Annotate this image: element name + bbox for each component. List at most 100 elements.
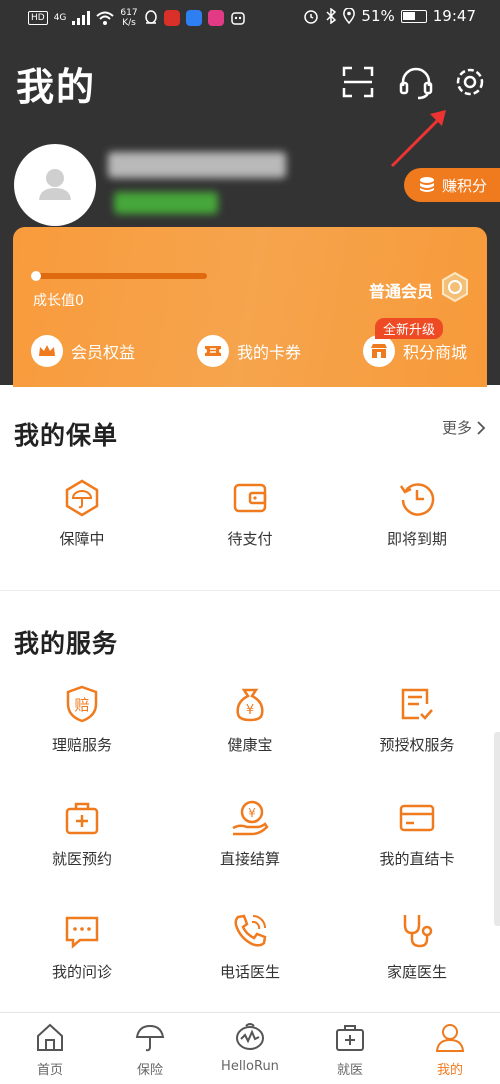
perk-label: 积分商城	[403, 343, 468, 362]
medical-kit-icon	[65, 802, 99, 835]
page-title: 我的	[16, 65, 97, 109]
money-bag-icon: ¥	[236, 688, 264, 722]
growth-value-label: 成长值0	[33, 293, 84, 309]
policy-active[interactable]: 保障中	[2, 478, 162, 549]
growth-progress-dot	[31, 271, 41, 281]
status-bar: HD 4G 617 K/s 51% 19:47	[0, 0, 500, 36]
tab-hellorun[interactable]: HelloRun	[200, 1021, 300, 1074]
wifi-icon	[96, 11, 115, 25]
services-section-title: 我的服务	[14, 629, 119, 658]
person-icon	[435, 1024, 465, 1052]
member-level-badge-icon	[442, 271, 468, 303]
scrollbar[interactable]	[494, 732, 500, 926]
phone-icon	[234, 914, 267, 947]
service-claim[interactable]: 赔 理赔服务	[2, 684, 162, 755]
form-check-icon	[401, 688, 433, 720]
service-consultation[interactable]: 我的问诊	[2, 911, 162, 982]
policy-item-label: 即将到期	[386, 530, 447, 548]
policy-more-link[interactable]: 更多	[442, 417, 486, 438]
network-speed: 617 K/s	[120, 8, 137, 28]
perk-my-coupons[interactable]: 我的卡券	[197, 335, 301, 367]
stethoscope-icon	[403, 915, 433, 948]
perk-points-mall[interactable]: 积分商城	[363, 335, 467, 367]
network-type: 4G	[53, 13, 67, 23]
network-badge: HD	[28, 11, 48, 25]
video-notification-icon	[207, 10, 224, 26]
member-level-label: 普通会员	[368, 282, 433, 301]
policy-pending-payment[interactable]: 待支付	[170, 478, 330, 549]
perk-member-rights[interactable]: 会员权益	[31, 335, 135, 367]
chevron-right-icon	[477, 420, 486, 435]
section-divider	[0, 590, 500, 591]
earn-points-label: 赚积分	[442, 176, 488, 195]
svg-text:赔: 赔	[74, 696, 89, 714]
policy-item-label: 保障中	[59, 530, 105, 548]
tab-label: 首页	[36, 1063, 63, 1078]
crown-icon	[31, 335, 63, 367]
service-direct-card[interactable]: 我的直结卡	[337, 798, 497, 869]
upgrade-badge: 全新升级	[375, 318, 444, 339]
service-item-label: 家庭医生	[386, 963, 447, 981]
app-notification-icon	[163, 10, 180, 26]
coin-stack-icon	[420, 177, 434, 192]
headset-icon[interactable]	[396, 62, 436, 102]
card-icon	[399, 804, 435, 832]
service-item-label: 理赔服务	[51, 736, 112, 754]
location-icon	[343, 8, 356, 24]
service-family-doctor[interactable]: 家庭医生	[337, 911, 497, 982]
service-item-label: 我的问诊	[51, 963, 112, 981]
battery-percent: 51%	[361, 7, 395, 25]
wallet-icon	[233, 483, 267, 513]
clock-time: 19:47	[432, 7, 476, 25]
coin-hand-icon: ¥	[232, 800, 269, 836]
user-name-blurred	[108, 152, 286, 178]
service-item-label: 就医预约	[51, 850, 112, 868]
service-appointment[interactable]: 就医预约	[2, 798, 162, 869]
ticket-icon	[197, 335, 229, 367]
hellorun-icon	[236, 1023, 264, 1050]
more-label: 更多	[441, 419, 472, 437]
earn-points-button[interactable]: 赚积分	[404, 168, 500, 202]
bluetooth-icon	[326, 8, 337, 24]
bottom-tab-bar: 首页 保险 HelloRun 就医 我的	[0, 1012, 500, 1084]
speed-value: 617	[120, 8, 138, 18]
service-direct-settlement[interactable]: ¥ 直接结算	[170, 798, 330, 869]
service-phone-doctor[interactable]: 电话医生	[170, 911, 330, 982]
member-card[interactable]: 成长值0 普通会员 会员权益 我的卡券 积分商城 全新升级	[13, 227, 487, 387]
clock-back-icon	[399, 483, 435, 516]
service-item-label: 电话医生	[219, 963, 280, 981]
speed-unit: K/s	[122, 18, 136, 28]
home-icon	[37, 1023, 63, 1051]
scan-icon[interactable]	[338, 62, 378, 102]
policy-expiring[interactable]: 即将到期	[337, 478, 497, 549]
qq-icon	[144, 10, 157, 24]
claim-shield-icon: 赔	[66, 685, 98, 723]
perk-label: 我的卡券	[237, 343, 302, 362]
chat-icon	[65, 916, 99, 949]
tab-label: 我的	[436, 1063, 463, 1078]
tab-home[interactable]: 首页	[0, 1021, 100, 1078]
alarm-icon	[304, 10, 319, 24]
perk-label: 会员权益	[71, 343, 136, 362]
umbrella-shield-icon	[65, 479, 99, 517]
shop-icon	[363, 335, 395, 367]
tab-insurance[interactable]: 保险	[100, 1021, 200, 1078]
signal-icon	[72, 11, 91, 25]
service-item-label: 预授权服务	[379, 736, 455, 754]
svg-text:¥: ¥	[248, 806, 256, 820]
browser-notification-icon	[185, 10, 202, 26]
service-item-label: 直接结算	[219, 850, 280, 868]
service-health-treasure[interactable]: ¥ 健康宝	[170, 684, 330, 755]
service-item-label: 健康宝	[227, 736, 273, 754]
svg-text:¥: ¥	[246, 703, 254, 718]
service-pre-authorization[interactable]: 预授权服务	[337, 684, 497, 755]
service-item-label: 我的直结卡	[379, 850, 455, 868]
tab-mine[interactable]: 我的	[400, 1021, 500, 1078]
tab-medical[interactable]: 就医	[300, 1021, 400, 1078]
tab-label: HelloRun	[221, 1059, 279, 1074]
person-avatar-icon	[39, 169, 71, 200]
avatar[interactable]	[14, 144, 96, 226]
gear-icon[interactable]	[450, 62, 490, 102]
robot-icon	[230, 12, 245, 25]
policy-section-title: 我的保单	[14, 421, 119, 450]
